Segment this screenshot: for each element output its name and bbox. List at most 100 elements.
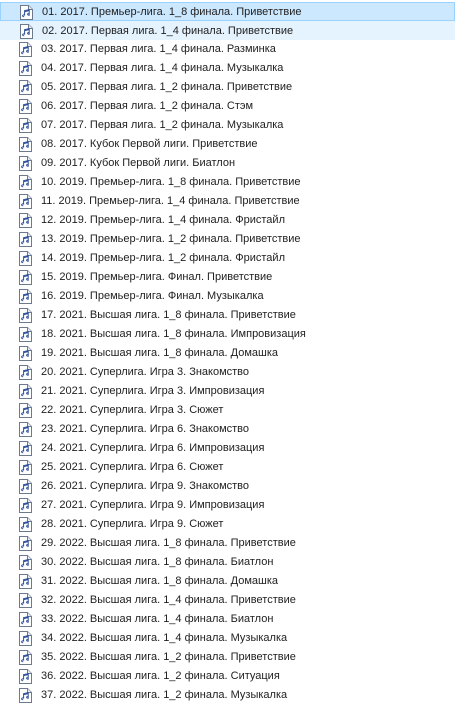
audio-file-icon bbox=[19, 688, 32, 703]
file-name: 23. 2021. Суперлига. Игра 6. Знакомство bbox=[41, 423, 250, 435]
file-name: 34. 2022. Высшая лига. 1_4 финала. Музык… bbox=[41, 632, 288, 644]
audio-file-icon bbox=[19, 251, 32, 266]
file-row[interactable]: 35. 2022. Высшая лига. 1_2 финала. Приве… bbox=[0, 648, 455, 667]
audio-file-icon bbox=[19, 194, 32, 209]
file-name: 28. 2021. Суперлига. Игра 9. Сюжет bbox=[41, 518, 224, 530]
audio-file-icon bbox=[19, 669, 32, 684]
file-name: 09. 2017. Кубок Первой лиги. Биатлон bbox=[41, 157, 236, 169]
file-name: 37. 2022. Высшая лига. 1_2 финала. Музык… bbox=[41, 689, 288, 701]
file-row[interactable]: 12. 2019. Премьер-лига. 1_4 финала. Фрис… bbox=[0, 211, 455, 230]
file-name: 36. 2022. Высшая лига. 1_2 финала. Ситуа… bbox=[41, 670, 280, 682]
file-row[interactable]: 19. 2021. Высшая лига. 1_8 финала. Домаш… bbox=[0, 344, 455, 363]
file-name: 02. 2017. Первая лига. 1_4 финала. Приве… bbox=[42, 25, 294, 37]
audio-file-icon bbox=[19, 517, 32, 532]
file-row[interactable]: 09. 2017. Кубок Первой лиги. Биатлон bbox=[0, 154, 455, 173]
file-row[interactable]: 13. 2019. Премьер-лига. 1_2 финала. Прив… bbox=[0, 230, 455, 249]
audio-file-icon bbox=[19, 384, 32, 399]
file-row[interactable]: 37. 2022. Высшая лига. 1_2 финала. Музык… bbox=[0, 686, 455, 705]
file-name: 27. 2021. Суперлига. Игра 9. Импровизаци… bbox=[41, 499, 265, 511]
audio-file-icon bbox=[19, 498, 32, 513]
audio-file-icon bbox=[19, 137, 32, 152]
file-row[interactable]: 14. 2019. Премьер-лига. 1_2 финала. Фрис… bbox=[0, 249, 455, 268]
audio-file-icon bbox=[19, 289, 32, 304]
file-name: 12. 2019. Премьер-лига. 1_4 финала. Фрис… bbox=[41, 214, 285, 226]
audio-file-icon bbox=[19, 593, 32, 608]
audio-file-icon bbox=[19, 99, 32, 114]
audio-file-icon bbox=[19, 536, 32, 551]
audio-file-icon bbox=[19, 327, 32, 342]
file-name: 20. 2021. Суперлига. Игра 3. Знакомство bbox=[41, 366, 250, 378]
file-name: 35. 2022. Высшая лига. 1_2 финала. Приве… bbox=[41, 651, 296, 663]
file-name: 17. 2021. Высшая лига. 1_8 финала. Приве… bbox=[41, 309, 296, 321]
audio-file-icon bbox=[19, 441, 32, 456]
audio-file-icon bbox=[19, 213, 32, 228]
file-name: 33. 2022. Высшая лига. 1_4 финала. Биатл… bbox=[41, 613, 274, 625]
file-name: 19. 2021. Высшая лига. 1_8 финала. Домаш… bbox=[41, 347, 279, 359]
file-name: 13. 2019. Премьер-лига. 1_2 финала. Прив… bbox=[41, 233, 301, 245]
file-name: 24. 2021. Суперлига. Игра 6. Импровизаци… bbox=[41, 442, 265, 454]
audio-file-icon bbox=[19, 422, 32, 437]
file-name: 26. 2021. Суперлига. Игра 9. Знакомство bbox=[41, 480, 250, 492]
file-row[interactable]: 27. 2021. Суперлига. Игра 9. Импровизаци… bbox=[0, 496, 455, 515]
file-row[interactable]: 22. 2021. Суперлига. Игра 3. Сюжет bbox=[0, 401, 455, 420]
file-row[interactable]: 21. 2021. Суперлига. Игра 3. Импровизаци… bbox=[0, 382, 455, 401]
file-list: 01. 2017. Премьер-лига. 1_8 финала. Прив… bbox=[0, 2, 455, 705]
file-name: 06. 2017. Первая лига. 1_2 финала. Стэм bbox=[41, 100, 254, 112]
file-name: 25. 2021. Суперлига. Игра 6. Сюжет bbox=[41, 461, 224, 473]
file-name: 15. 2019. Премьер-лига. Финал. Приветств… bbox=[41, 271, 273, 283]
audio-file-icon bbox=[19, 612, 32, 627]
file-row[interactable]: 23. 2021. Суперлига. Игра 6. Знакомство bbox=[0, 420, 455, 439]
file-row[interactable]: 31. 2022. Высшая лига. 1_8 финала. Домаш… bbox=[0, 572, 455, 591]
file-row[interactable]: 36. 2022. Высшая лига. 1_2 финала. Ситуа… bbox=[0, 667, 455, 686]
file-row[interactable]: 16. 2019. Премьер-лига. Финал. Музыкалка bbox=[0, 287, 455, 306]
file-name: 29. 2022. Высшая лига. 1_8 финала. Приве… bbox=[41, 537, 296, 549]
file-row[interactable]: 03. 2017. Первая лига. 1_4 финала. Разми… bbox=[0, 40, 455, 59]
file-row[interactable]: 20. 2021. Суперлига. Игра 3. Знакомство bbox=[0, 363, 455, 382]
file-name: 31. 2022. Высшая лига. 1_8 финала. Домаш… bbox=[41, 575, 279, 587]
audio-file-icon bbox=[20, 24, 33, 39]
file-row[interactable]: 28. 2021. Суперлига. Игра 9. Сюжет bbox=[0, 515, 455, 534]
file-row[interactable]: 08. 2017. Кубок Первой лиги. Приветствие bbox=[0, 135, 455, 154]
audio-file-icon bbox=[19, 631, 32, 646]
audio-file-icon bbox=[19, 555, 32, 570]
file-row[interactable]: 25. 2021. Суперлига. Игра 6. Сюжет bbox=[0, 458, 455, 477]
audio-file-icon bbox=[20, 5, 33, 20]
file-name: 05. 2017. Первая лига. 1_2 финала. Приве… bbox=[41, 81, 293, 93]
file-row[interactable]: 15. 2019. Премьер-лига. Финал. Приветств… bbox=[0, 268, 455, 287]
file-row[interactable]: 10. 2019. Премьер-лига. 1_8 финала. Прив… bbox=[0, 173, 455, 192]
file-row[interactable]: 07. 2017. Первая лига. 1_2 финала. Музык… bbox=[0, 116, 455, 135]
file-row[interactable]: 02. 2017. Первая лига. 1_4 финала. Приве… bbox=[0, 21, 455, 40]
file-name: 08. 2017. Кубок Первой лиги. Приветствие bbox=[41, 138, 258, 150]
file-row[interactable]: 24. 2021. Суперлига. Игра 6. Импровизаци… bbox=[0, 439, 455, 458]
file-row[interactable]: 33. 2022. Высшая лига. 1_4 финала. Биатл… bbox=[0, 610, 455, 629]
file-row[interactable]: 32. 2022. Высшая лига. 1_4 финала. Приве… bbox=[0, 591, 455, 610]
file-row[interactable]: 04. 2017. Первая лига. 1_4 финала. Музык… bbox=[0, 59, 455, 78]
file-row[interactable]: 34. 2022. Высшая лига. 1_4 финала. Музык… bbox=[0, 629, 455, 648]
file-row[interactable]: 17. 2021. Высшая лига. 1_8 финала. Приве… bbox=[0, 306, 455, 325]
audio-file-icon bbox=[19, 403, 32, 418]
audio-file-icon bbox=[19, 270, 32, 285]
file-row[interactable]: 18. 2021. Высшая лига. 1_8 финала. Импро… bbox=[0, 325, 455, 344]
file-row[interactable]: 26. 2021. Суперлига. Игра 9. Знакомство bbox=[0, 477, 455, 496]
audio-file-icon bbox=[19, 346, 32, 361]
audio-file-icon bbox=[19, 118, 32, 133]
audio-file-icon bbox=[19, 61, 32, 76]
file-row[interactable]: 11. 2019. Премьер-лига. 1_4 финала. Прив… bbox=[0, 192, 455, 211]
file-name: 18. 2021. Высшая лига. 1_8 финала. Импро… bbox=[41, 328, 306, 340]
file-name: 22. 2021. Суперлига. Игра 3. Сюжет bbox=[41, 404, 224, 416]
file-row[interactable]: 06. 2017. Первая лига. 1_2 финала. Стэм bbox=[0, 97, 455, 116]
file-row[interactable]: 01. 2017. Премьер-лига. 1_8 финала. Прив… bbox=[0, 2, 455, 21]
file-name: 30. 2022. Высшая лига. 1_8 финала. Биатл… bbox=[41, 556, 274, 568]
file-row[interactable]: 30. 2022. Высшая лига. 1_8 финала. Биатл… bbox=[0, 553, 455, 572]
file-name: 16. 2019. Премьер-лига. Финал. Музыкалка bbox=[41, 290, 264, 302]
audio-file-icon bbox=[19, 479, 32, 494]
audio-file-icon bbox=[19, 156, 32, 171]
audio-file-icon bbox=[19, 365, 32, 380]
audio-file-icon bbox=[19, 460, 32, 475]
file-row[interactable]: 05. 2017. Первая лига. 1_2 финала. Приве… bbox=[0, 78, 455, 97]
file-name: 10. 2019. Премьер-лига. 1_8 финала. Прив… bbox=[41, 176, 301, 188]
file-name: 32. 2022. Высшая лига. 1_4 финала. Приве… bbox=[41, 594, 296, 606]
file-row[interactable]: 29. 2022. Высшая лига. 1_8 финала. Приве… bbox=[0, 534, 455, 553]
audio-file-icon bbox=[19, 175, 32, 190]
file-name: 01. 2017. Премьер-лига. 1_8 финала. Прив… bbox=[42, 6, 302, 18]
